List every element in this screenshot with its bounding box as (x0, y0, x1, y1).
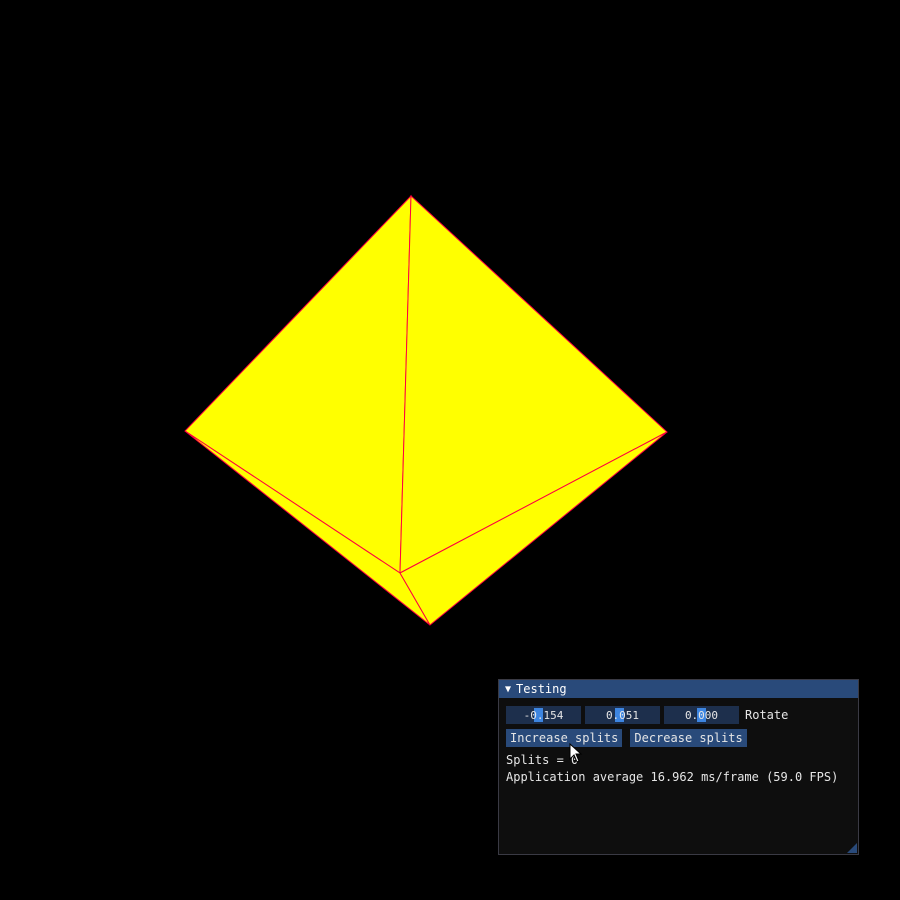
split-buttons-row: Increase splits Decrease splits (506, 729, 851, 747)
slider-value-x: -0.154 (523, 708, 564, 722)
slider-value-y: 0.051 (605, 708, 640, 722)
mouse-cursor-icon (569, 743, 583, 763)
splits-count-text: Splits = 0 (506, 753, 579, 767)
rotate-slider-z[interactable]: 0.000 (664, 706, 739, 724)
rotate-label: Rotate (745, 708, 789, 722)
slider-value-z: 0.000 (684, 708, 719, 722)
increase-splits-button[interactable]: Increase splits (506, 729, 623, 747)
triangle-down-icon[interactable]: ▼ (505, 684, 511, 695)
window-title-bar[interactable]: ▼ Testing (499, 680, 858, 698)
resize-grip-icon[interactable] (847, 843, 857, 853)
rotate-slider-row: -0.154 0.051 0.000 Rotate (506, 706, 851, 724)
testing-window[interactable]: ▼ Testing -0.154 0.051 0.000 Rotate Incr… (498, 679, 859, 855)
rotate-slider-y[interactable]: 0.051 (585, 706, 660, 724)
decrease-splits-button[interactable]: Decrease splits (630, 729, 747, 747)
window-title: Testing (516, 682, 567, 696)
rotate-slider-x[interactable]: -0.154 (506, 706, 581, 724)
perf-stats-text: Application average 16.962 ms/frame (59.… (506, 770, 839, 784)
